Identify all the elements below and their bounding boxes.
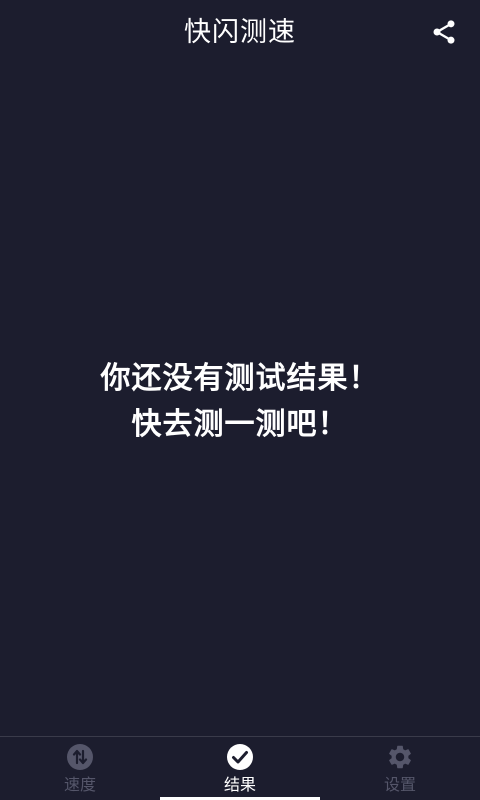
speed-arrows-icon xyxy=(66,743,94,771)
tab-results-label: 结果 xyxy=(223,775,256,794)
gear-icon xyxy=(386,743,414,771)
share-icon xyxy=(433,20,455,44)
tab-results[interactable]: 结果 xyxy=(160,737,320,800)
bottom-tab-bar: 速度 结果 设置 xyxy=(0,736,480,800)
share-button[interactable] xyxy=(428,16,460,48)
empty-state-message: 你还没有测试结果！ 快去测一测吧！ xyxy=(0,356,480,448)
tab-settings[interactable]: 设置 xyxy=(320,737,480,800)
tab-settings-label: 设置 xyxy=(383,775,416,794)
header-bar: 快闪测速 xyxy=(0,0,480,66)
empty-state-line-2: 快去测一测吧！ xyxy=(131,407,349,442)
app-screen: 快闪测速 你还没有测试结果！ 快去测一测吧！ 速度 结果 设置 xyxy=(0,0,480,800)
page-title: 快闪测速 xyxy=(184,17,296,48)
empty-state-line-1: 你还没有测试结果！ xyxy=(100,361,380,396)
tab-speed[interactable]: 速度 xyxy=(0,737,160,800)
tab-speed-label: 速度 xyxy=(63,775,96,794)
check-circle-icon xyxy=(226,743,254,771)
